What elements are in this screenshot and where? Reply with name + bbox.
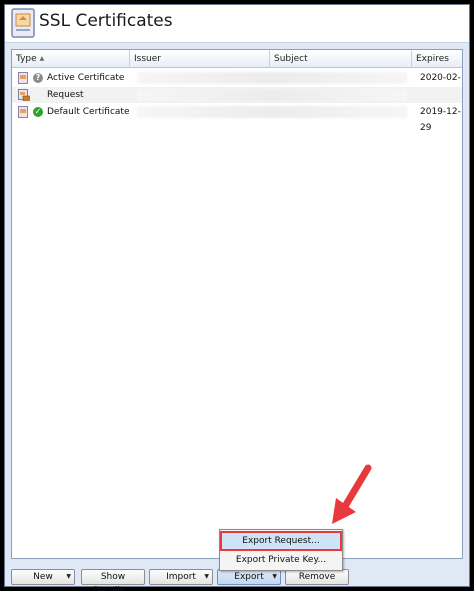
menu-item-export-private-key-label: Export Private Key... (235, 555, 327, 565)
certificate-list[interactable]: Type ▲ Issuer Subject Expires ? Active Ce… (11, 49, 463, 559)
remove-button-label: Remove (298, 572, 336, 582)
import-button[interactable]: Import ▼ (149, 569, 213, 585)
column-header-issuer[interactable]: Issuer (130, 50, 270, 68)
export-button-label: Export (234, 572, 264, 582)
column-header-type-label: Type (16, 54, 37, 64)
redacted-issuer-subject (137, 72, 407, 84)
column-header-expires[interactable]: Expires (412, 50, 462, 68)
title-bar: SSL Certificates (5, 5, 469, 43)
dropdown-arrow-icon: ▼ (204, 573, 209, 580)
column-header-expires-label: Expires (416, 54, 449, 64)
table-row-request[interactable]: Request (12, 87, 462, 103)
export-button[interactable]: Export ▼ (217, 569, 281, 585)
new-button-label: New (33, 572, 53, 582)
unknown-status-icon: ? (33, 73, 43, 83)
column-header-type[interactable]: Type ▲ (12, 50, 130, 68)
row-type: Default Certificate (47, 107, 130, 117)
certificate-app-icon (11, 8, 35, 38)
ssl-certificates-window: SSL Certificates Type ▲ Issuer Subject Ex… (4, 4, 470, 591)
column-header-subject[interactable]: Subject (270, 50, 412, 68)
remove-button[interactable]: Remove (285, 569, 349, 585)
column-header-issuer-label: Issuer (134, 54, 161, 64)
export-dropdown-menu: Export Request... Export Private Key... (219, 529, 343, 571)
new-button[interactable]: New ▼ (11, 569, 75, 585)
list-header: Type ▲ Issuer Subject Expires (12, 50, 462, 68)
row-expires: 2019-12-29 (420, 107, 461, 133)
table-row-active-certificate[interactable]: ? Active Certificate 2020-02-13 (12, 70, 462, 99)
menu-item-export-private-key[interactable]: Export Private Key... (221, 551, 341, 569)
redacted-issuer-subject (137, 106, 407, 118)
certificate-request-icon (18, 89, 30, 101)
sort-ascending-icon: ▲ (39, 55, 45, 62)
dropdown-arrow-icon: ▼ (272, 573, 277, 580)
show-details-button-label: Show Details... (93, 572, 133, 591)
row-type: Active Certificate (47, 73, 125, 83)
redacted-issuer-subject (137, 89, 407, 101)
menu-item-export-request-label: Export Request... (242, 536, 320, 546)
menu-item-export-request[interactable]: Export Request... (220, 531, 342, 551)
window-title: SSL Certificates (39, 11, 173, 31)
annotation-arrow-icon (332, 464, 372, 524)
table-row-default-certificate[interactable]: ✓ Default Certificate 2019-12-29 (12, 104, 462, 133)
column-header-subject-label: Subject (274, 54, 308, 64)
import-button-label: Import (166, 572, 196, 582)
certificate-icon (18, 72, 28, 84)
dropdown-arrow-icon: ▼ (66, 573, 71, 580)
row-type: Request (47, 90, 84, 100)
checkmark-icon: ✓ (33, 107, 43, 117)
certificate-icon (18, 106, 28, 118)
show-details-button[interactable]: Show Details... (81, 569, 145, 591)
